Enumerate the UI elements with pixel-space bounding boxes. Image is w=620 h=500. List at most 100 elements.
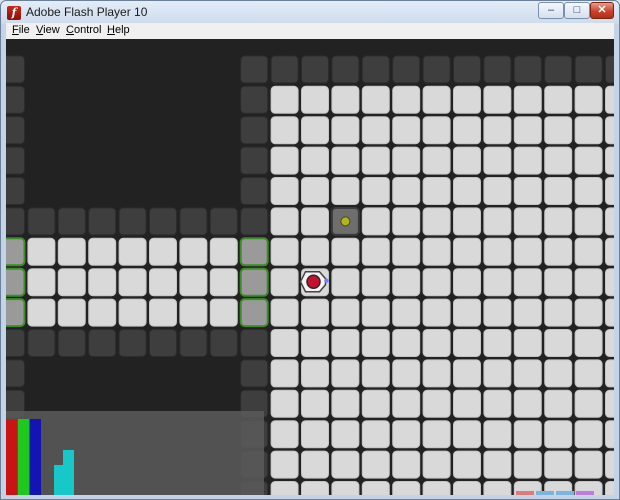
floor-tile <box>331 450 360 479</box>
floor-tile <box>605 420 614 449</box>
floor-tile <box>331 237 360 266</box>
floor-tile <box>453 237 481 266</box>
floor-tile <box>422 329 451 357</box>
floor-tile <box>422 298 451 327</box>
floor-tile <box>392 481 421 495</box>
floor-tile <box>513 146 542 175</box>
flash-player-window: f Adobe Flash Player 10 – □ ✕ File View … <box>0 0 620 500</box>
door-tile <box>239 237 269 267</box>
floor-tile <box>483 450 512 479</box>
floor-tile <box>605 298 614 327</box>
floor-tile <box>209 298 238 327</box>
floor-tile <box>392 389 421 418</box>
floor-tile <box>301 207 329 236</box>
menu-bar: File View Control Help <box>6 23 614 39</box>
floor-tile <box>392 146 421 175</box>
status-strip-segment <box>516 491 534 495</box>
menu-help[interactable]: Help <box>107 24 130 36</box>
floor-tile <box>453 420 481 449</box>
floor-tile <box>483 207 512 236</box>
floor-tile <box>392 177 421 205</box>
floor-tile <box>605 237 614 266</box>
floor-tile <box>392 237 421 266</box>
floor-tile <box>574 268 603 297</box>
floor-tile <box>544 420 573 449</box>
wall-tile <box>6 329 25 357</box>
floor-tile <box>605 359 614 388</box>
floor-tile <box>270 420 299 449</box>
floor-tile <box>544 85 573 114</box>
floor-tile <box>574 450 603 479</box>
floor-tile <box>392 450 421 479</box>
menu-control[interactable]: Control <box>66 24 101 36</box>
player-thruster <box>324 278 329 283</box>
wall-tile <box>118 329 147 357</box>
title-bar[interactable]: f Adobe Flash Player 10 – □ ✕ <box>1 1 619 23</box>
floor-tile <box>605 389 614 418</box>
floor-tile <box>574 389 603 418</box>
wall-tile <box>422 55 451 84</box>
floor-tile <box>483 268 512 297</box>
floor-tile <box>453 268 481 297</box>
wall-tile <box>6 55 25 84</box>
floor-tile <box>513 329 542 357</box>
floor-tile <box>301 389 329 418</box>
menu-file[interactable]: File <box>12 24 30 36</box>
wall-tile <box>361 55 390 84</box>
wall-tile <box>240 207 269 236</box>
floor-tile <box>361 85 390 114</box>
floor-tile <box>270 146 299 175</box>
floor-tile <box>57 237 86 266</box>
wall-tile <box>240 85 269 114</box>
floor-tile <box>453 85 481 114</box>
maximize-button[interactable]: □ <box>564 2 590 19</box>
wall-tile <box>27 207 56 236</box>
floor-tile <box>361 329 390 357</box>
floor-tile <box>270 298 299 327</box>
floor-tile <box>574 329 603 357</box>
floor-tile <box>422 359 451 388</box>
floor-tile <box>422 420 451 449</box>
floor-tile <box>331 481 360 495</box>
floor-tile <box>361 389 390 418</box>
wall-tile <box>483 55 512 84</box>
wall-tile <box>209 329 238 357</box>
floor-tile <box>513 450 542 479</box>
floor-tile <box>574 116 603 145</box>
floor-tile <box>605 268 614 297</box>
floor-tile <box>483 146 512 175</box>
floor-tile <box>57 268 86 297</box>
floor-tile <box>361 298 390 327</box>
floor-tile <box>270 177 299 205</box>
close-button[interactable]: ✕ <box>590 2 614 19</box>
game-stage[interactable] <box>6 39 614 495</box>
floor-tile <box>605 85 614 114</box>
floor-tile <box>209 268 238 297</box>
floor-tile <box>331 420 360 449</box>
floor-tile <box>270 450 299 479</box>
floor-tile <box>453 298 481 327</box>
green-bar <box>18 419 29 495</box>
floor-tile <box>544 116 573 145</box>
floor-tile <box>270 85 299 114</box>
floor-tile <box>574 420 603 449</box>
floor-tile <box>301 237 329 266</box>
floor-tile <box>88 268 117 297</box>
floor-tile <box>513 420 542 449</box>
floor-tile <box>483 116 512 145</box>
floor-tile <box>453 329 481 357</box>
wall-tile <box>179 207 208 236</box>
floor-tile <box>118 298 147 327</box>
floor-tile <box>270 237 299 266</box>
game-canvas[interactable] <box>6 39 614 495</box>
floor-tile <box>270 389 299 418</box>
blue-bar <box>30 419 41 495</box>
minimize-button[interactable]: – <box>538 2 564 19</box>
floor-tile <box>422 389 451 418</box>
floor-tile <box>483 481 512 495</box>
floor-tile <box>544 450 573 479</box>
menu-view[interactable]: View <box>36 24 60 36</box>
door-tile <box>6 298 26 328</box>
floor-tile <box>392 359 421 388</box>
floor-tile <box>88 298 117 327</box>
